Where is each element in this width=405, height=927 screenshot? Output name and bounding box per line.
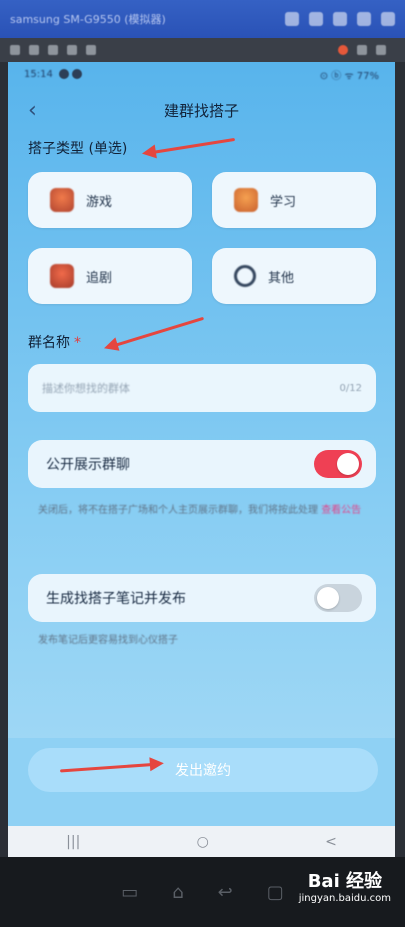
status-time: 15:14 bbox=[24, 68, 53, 80]
pin-icon[interactable] bbox=[333, 12, 347, 26]
close-icon[interactable] bbox=[381, 12, 395, 26]
publish-note-row: 生成找搭子笔记并发布 bbox=[28, 574, 376, 622]
type-option-study[interactable]: 学习 bbox=[212, 172, 376, 228]
type-option-label: 其他 bbox=[268, 270, 295, 286]
host-home-icon[interactable]: ⌂ bbox=[172, 882, 183, 903]
public-group-row: 公开展示群聊 bbox=[28, 440, 376, 488]
group-name-placeholder: 描述你想找的群体 bbox=[42, 382, 130, 395]
toolbar-icon[interactable] bbox=[67, 45, 77, 55]
publish-note-switch[interactable] bbox=[314, 584, 362, 612]
host-recents-icon[interactable]: ▭ bbox=[121, 882, 138, 903]
watermark-sub: jingyan.baidu.com bbox=[298, 893, 391, 904]
back-icon[interactable]: < bbox=[325, 834, 337, 850]
toolbar-icon[interactable] bbox=[357, 45, 367, 55]
host-overview-icon[interactable]: ▢ bbox=[267, 882, 284, 903]
notification-icons bbox=[58, 69, 82, 79]
android-nav-bar: ||| ○ < bbox=[8, 826, 395, 857]
public-group-switch[interactable] bbox=[314, 450, 362, 478]
publish-note-hint: 发布笔记后更容易找到心仪搭子 bbox=[38, 635, 178, 646]
type-option-game[interactable]: 游戏 bbox=[28, 172, 192, 228]
settings-icon[interactable] bbox=[309, 12, 323, 26]
toolbar-icon[interactable] bbox=[86, 45, 96, 55]
publish-note-label: 生成找搭子笔记并发布 bbox=[46, 591, 186, 607]
home-icon[interactable]: ○ bbox=[197, 834, 209, 850]
public-hint-text: 关闭后，将不在搭子广场和个人主页展示群聊，我们将按此处理 bbox=[38, 505, 318, 516]
type-option-other[interactable]: 其他 bbox=[212, 248, 376, 304]
group-name-input[interactable]: 描述你想找的群体 0/12 bbox=[28, 364, 376, 412]
toolbar-icon[interactable] bbox=[10, 45, 20, 55]
camera-icon[interactable] bbox=[285, 12, 299, 26]
study-icon bbox=[234, 188, 258, 212]
circle-icon bbox=[234, 265, 256, 287]
announcement-link[interactable]: 查看公告 bbox=[321, 505, 361, 516]
status-right: ⊙ ⓑ ᯤ 77% bbox=[319, 70, 379, 82]
emulator-title-bar: samsung SM-G9550 (模拟器) bbox=[0, 0, 405, 38]
char-counter: 0/12 bbox=[339, 382, 362, 394]
public-group-label: 公开展示群聊 bbox=[46, 457, 130, 473]
toolbar-icon[interactable] bbox=[29, 45, 39, 55]
recents-icon[interactable]: ||| bbox=[66, 834, 80, 850]
toolbar-icon[interactable] bbox=[48, 45, 58, 55]
type-option-label: 游戏 bbox=[86, 194, 113, 210]
page-header: ‹ 建群找搭子 bbox=[8, 86, 395, 134]
game-icon bbox=[50, 188, 74, 212]
name-label-text: 群名称 bbox=[28, 335, 70, 351]
record-icon[interactable] bbox=[338, 45, 348, 55]
baidu-watermark: Bai 经验 jingyan.baidu.com bbox=[299, 872, 391, 906]
emulator-toolbar bbox=[0, 38, 405, 62]
type-option-drama[interactable]: 追剧 bbox=[28, 248, 192, 304]
window-title: samsung SM-G9550 (模拟器) bbox=[10, 13, 166, 26]
page-title: 建群找搭子 bbox=[163, 101, 239, 120]
name-section-label: 群名称 * bbox=[28, 332, 81, 352]
public-group-hint: 关闭后，将不在搭子广场和个人主页展示群聊，我们将按此处理 查看公告 bbox=[38, 502, 368, 519]
minimize-icon[interactable] bbox=[357, 12, 371, 26]
watermark-main: Bai 经验 bbox=[307, 871, 383, 892]
required-mark: * bbox=[74, 335, 81, 351]
phone-screen: 15:14 ⊙ ⓑ ᯤ 77% ‹ 建群找搭子 搭子类型 (单选) 游戏 学习 … bbox=[8, 62, 395, 857]
host-back-icon[interactable]: ↩ bbox=[218, 882, 233, 903]
drama-icon bbox=[50, 264, 74, 288]
type-option-label: 追剧 bbox=[86, 270, 113, 286]
back-chevron-icon[interactable]: ‹ bbox=[28, 98, 37, 123]
type-section-label: 搭子类型 (单选) bbox=[28, 141, 128, 157]
toolbar-icon[interactable] bbox=[376, 45, 386, 55]
status-bar: 15:14 ⊙ ⓑ ᯤ 77% bbox=[8, 62, 395, 86]
type-option-label: 学习 bbox=[270, 194, 297, 210]
